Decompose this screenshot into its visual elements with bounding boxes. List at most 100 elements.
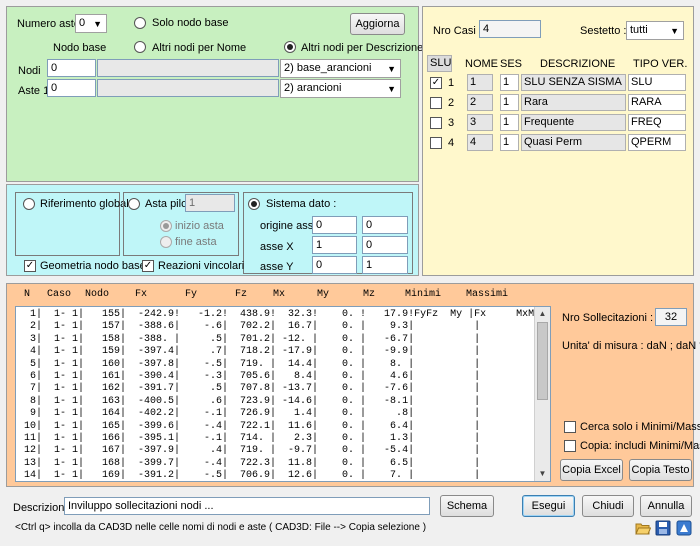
- caso-checkbox[interactable]: [430, 137, 442, 149]
- sestetto-value: tutti: [630, 24, 648, 36]
- aste-input[interactable]: 0: [47, 79, 96, 97]
- copia-testo-button[interactable]: Copia Testo: [629, 459, 692, 481]
- caso-checkbox[interactable]: ✓: [430, 77, 442, 89]
- col-header-slu[interactable]: SLU: [427, 55, 452, 72]
- results-scrollbar[interactable]: ▲ ▼: [534, 307, 550, 481]
- caso-descr-cell[interactable]: SLU SENZA SISMA: [521, 74, 626, 91]
- caso-nome-cell[interactable]: 1: [467, 74, 493, 91]
- col-header-ses: SES: [500, 58, 523, 70]
- sistema-dato-label: Sistema dato :: [266, 198, 337, 210]
- reazioni-label: Reazioni vincolari: [158, 260, 245, 272]
- caso-tipo-cell[interactable]: QPERM: [628, 134, 686, 151]
- results-text: 1| 1- 1| 155| -242.9! -1.2! 438.9! 32.3!…: [24, 309, 550, 482]
- numero-aste-select[interactable]: 0 ▼: [75, 14, 107, 33]
- open-folder-icon[interactable]: [635, 520, 652, 536]
- nodi-names-field[interactable]: [97, 59, 279, 77]
- origine-assi-x-input[interactable]: 0: [312, 216, 357, 234]
- nro-casi-label: Nro Casi :: [433, 25, 482, 37]
- aste-group-select[interactable]: 2) arancioni ▼: [280, 79, 401, 98]
- sestetto-select[interactable]: tutti ▼: [626, 21, 684, 40]
- cerca-minmax-label: Cerca solo i Minimi/Massimi: [580, 421, 700, 433]
- asse-y-1-input[interactable]: 0: [312, 256, 357, 274]
- results-header-caso: Caso: [47, 289, 72, 300]
- save-icon[interactable]: [655, 520, 671, 536]
- riferimento-globale-radio[interactable]: [23, 198, 35, 210]
- nodi-group-value: 2) base_arancioni: [284, 62, 372, 74]
- solo-nodo-base-radio[interactable]: [134, 17, 146, 29]
- asse-x-1-input[interactable]: 1: [312, 236, 357, 254]
- results-header-massimi: Massimi: [466, 289, 509, 300]
- results-header-fx: Fx: [135, 289, 148, 300]
- caso-checkbox[interactable]: [430, 117, 442, 129]
- sestetto-label: Sestetto :: [580, 25, 627, 37]
- cerca-minmax-checkbox[interactable]: [564, 421, 576, 433]
- chevron-down-icon: ▼: [387, 84, 396, 94]
- scroll-up-icon[interactable]: ▲: [535, 307, 550, 321]
- caso-ses-cell[interactable]: 1: [500, 134, 519, 151]
- caso-nome-cell[interactable]: 4: [467, 134, 493, 151]
- caso-nome-cell[interactable]: 3: [467, 114, 493, 131]
- export-icon[interactable]: [676, 520, 692, 536]
- caso-descr-cell[interactable]: Quasi Perm: [521, 134, 626, 151]
- altri-nodi-nome-radio[interactable]: [134, 41, 146, 53]
- asta-pilota-input[interactable]: 1: [185, 194, 235, 212]
- col-header-tipo-ver: TIPO VER.: [633, 58, 688, 70]
- caso-descr-cell[interactable]: Frequente: [521, 114, 626, 131]
- aggiorna-button[interactable]: Aggiorna: [350, 13, 405, 35]
- results-header-minimi: Minimi: [405, 289, 442, 300]
- copia-minmax-checkbox[interactable]: [564, 440, 576, 452]
- schema-button[interactable]: Schema: [440, 495, 494, 517]
- caso-ses-cell[interactable]: 1: [500, 74, 519, 91]
- nodi-label: Nodi: [18, 65, 41, 77]
- copia-excel-button[interactable]: Copia Excel: [560, 459, 623, 481]
- caso-tipo-cell[interactable]: FREQ: [628, 114, 686, 131]
- nodi-group-select[interactable]: 2) base_arancioni ▼: [280, 59, 401, 78]
- sistema-dato-radio[interactable]: [248, 198, 260, 210]
- scroll-down-icon[interactable]: ▼: [535, 467, 550, 481]
- geometria-checkbox[interactable]: ✓: [24, 260, 36, 272]
- annulla-button[interactable]: Annulla: [640, 495, 692, 517]
- results-header-my: My: [317, 289, 330, 300]
- asse-x-label: asse X: [260, 241, 294, 253]
- caso-checkbox[interactable]: [430, 97, 442, 109]
- chiudi-button[interactable]: Chiudi: [582, 495, 634, 517]
- inizio-asta-radio[interactable]: [160, 220, 172, 232]
- asse-y-label: asse Y: [260, 261, 294, 273]
- descrizione-input[interactable]: Inviluppo sollecitazioni nodi ...: [64, 497, 430, 515]
- hint-text: <Ctrl q> incolla da CAD3D nelle celle no…: [15, 522, 427, 533]
- asse-y-2-input[interactable]: 1: [362, 256, 408, 274]
- unita-misura-label: Unita' di misura : daN ; daN * cm: [562, 340, 700, 352]
- fine-asta-radio[interactable]: [160, 236, 172, 248]
- asse-x-2-input[interactable]: 0: [362, 236, 408, 254]
- esegui-button[interactable]: Esegui: [522, 495, 575, 517]
- nodi-input[interactable]: 0: [47, 59, 96, 77]
- caso-tipo-cell[interactable]: RARA: [628, 94, 686, 111]
- caso-descr-cell[interactable]: Rara: [521, 94, 626, 111]
- node-selection-panel: Numero aste : 0 ▼ Solo nodo base Aggiorna…: [6, 6, 423, 182]
- casi-panel: Nro Casi : 4 Sestetto : tutti ▼ SLU NOME …: [422, 6, 694, 276]
- caso-ses-cell[interactable]: 1: [500, 94, 519, 111]
- asta-pilota-radio[interactable]: [128, 198, 140, 210]
- nodo-base-label: Nodo base: [53, 42, 107, 54]
- col-header-nome: NOME: [465, 58, 498, 70]
- results-text-area[interactable]: 1| 1- 1| 155| -242.9! -1.2! 438.9! 32.3!…: [15, 306, 551, 482]
- aste-label: Aste 1: [18, 85, 50, 97]
- caso-tipo-cell[interactable]: SLU: [628, 74, 686, 91]
- chevron-down-icon: ▼: [670, 26, 679, 36]
- altri-nodi-descr-radio[interactable]: [284, 41, 296, 53]
- origine-assi-y-input[interactable]: 0: [362, 216, 408, 234]
- caso-ses-cell[interactable]: 1: [500, 114, 519, 131]
- caso-number: 2: [448, 97, 455, 109]
- caso-nome-cell[interactable]: 2: [467, 94, 493, 111]
- nro-sollecitazioni-input[interactable]: 32: [655, 308, 687, 326]
- riferimento-globale-label: Riferimento globale: [40, 198, 135, 210]
- aste-names-field[interactable]: [97, 79, 279, 97]
- reazioni-checkbox[interactable]: ✓: [142, 260, 154, 272]
- altri-nodi-descr-label: Altri nodi per Descrizione: [301, 42, 424, 54]
- nro-casi-input[interactable]: 4: [479, 20, 541, 38]
- geometria-label: Geometria nodo base: [40, 260, 146, 272]
- inizio-asta-label: inizio asta: [175, 220, 224, 232]
- scroll-thumb[interactable]: [537, 322, 548, 400]
- results-header-mz: Mz: [363, 289, 376, 300]
- copia-minmax-label: Copia: includi Minimi/Massimi: [580, 440, 700, 452]
